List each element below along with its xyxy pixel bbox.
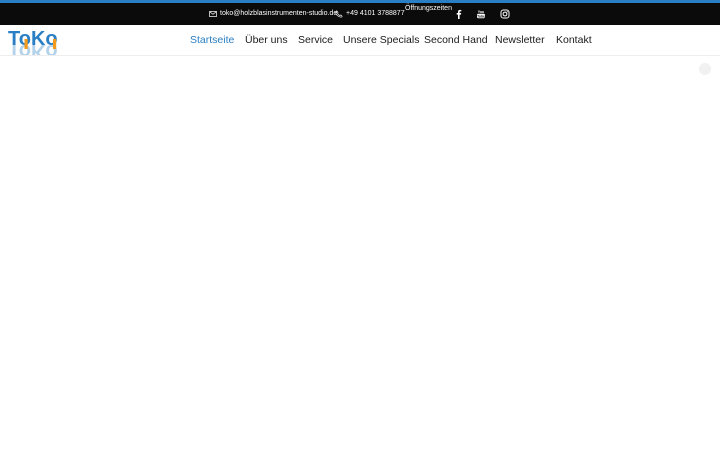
toko-logo-icon: ToKo ToKo [8,28,58,55]
svg-text:Tube: Tube [477,14,485,18]
nav-second-hand[interactable]: Second Hand [424,32,488,48]
youtube-link[interactable]: You Tube [476,9,486,19]
envelope-icon [209,11,217,17]
site-header: ToKo ToKo Startseite Über uns Service Un… [0,25,720,56]
nav-service[interactable]: Service [298,32,333,48]
phone-text: +49 4101 3788877 [346,10,405,17]
instagram-icon [500,9,510,19]
top-bar: toko@holzblasinstrumenten-studio.de +49 … [0,3,720,25]
youtube-icon: You Tube [477,10,485,18]
scroll-to-top-button[interactable] [699,63,711,75]
instagram-link[interactable] [500,9,510,19]
logo-text: ToKo [8,28,58,50]
nav-newsletter[interactable]: Newsletter [495,32,545,48]
opening-hours-link[interactable]: Öffnungszeiten [405,4,452,14]
email-link[interactable]: toko@holzblasinstrumenten-studio.de [209,8,337,20]
phone-icon [335,10,343,18]
nav-unsere-specials[interactable]: Unsere Specials [343,32,419,48]
nav-startseite[interactable]: Startseite [190,32,234,48]
facebook-icon [456,9,462,19]
nav-ueber-uns[interactable]: Über uns [245,32,288,48]
logo[interactable]: ToKo ToKo [7,25,69,55]
nav-kontakt[interactable]: Kontakt [556,32,592,48]
facebook-link[interactable] [454,9,464,19]
phone-link[interactable]: +49 4101 3788877 [335,8,405,20]
email-text: toko@holzblasinstrumenten-studio.de [220,10,338,17]
